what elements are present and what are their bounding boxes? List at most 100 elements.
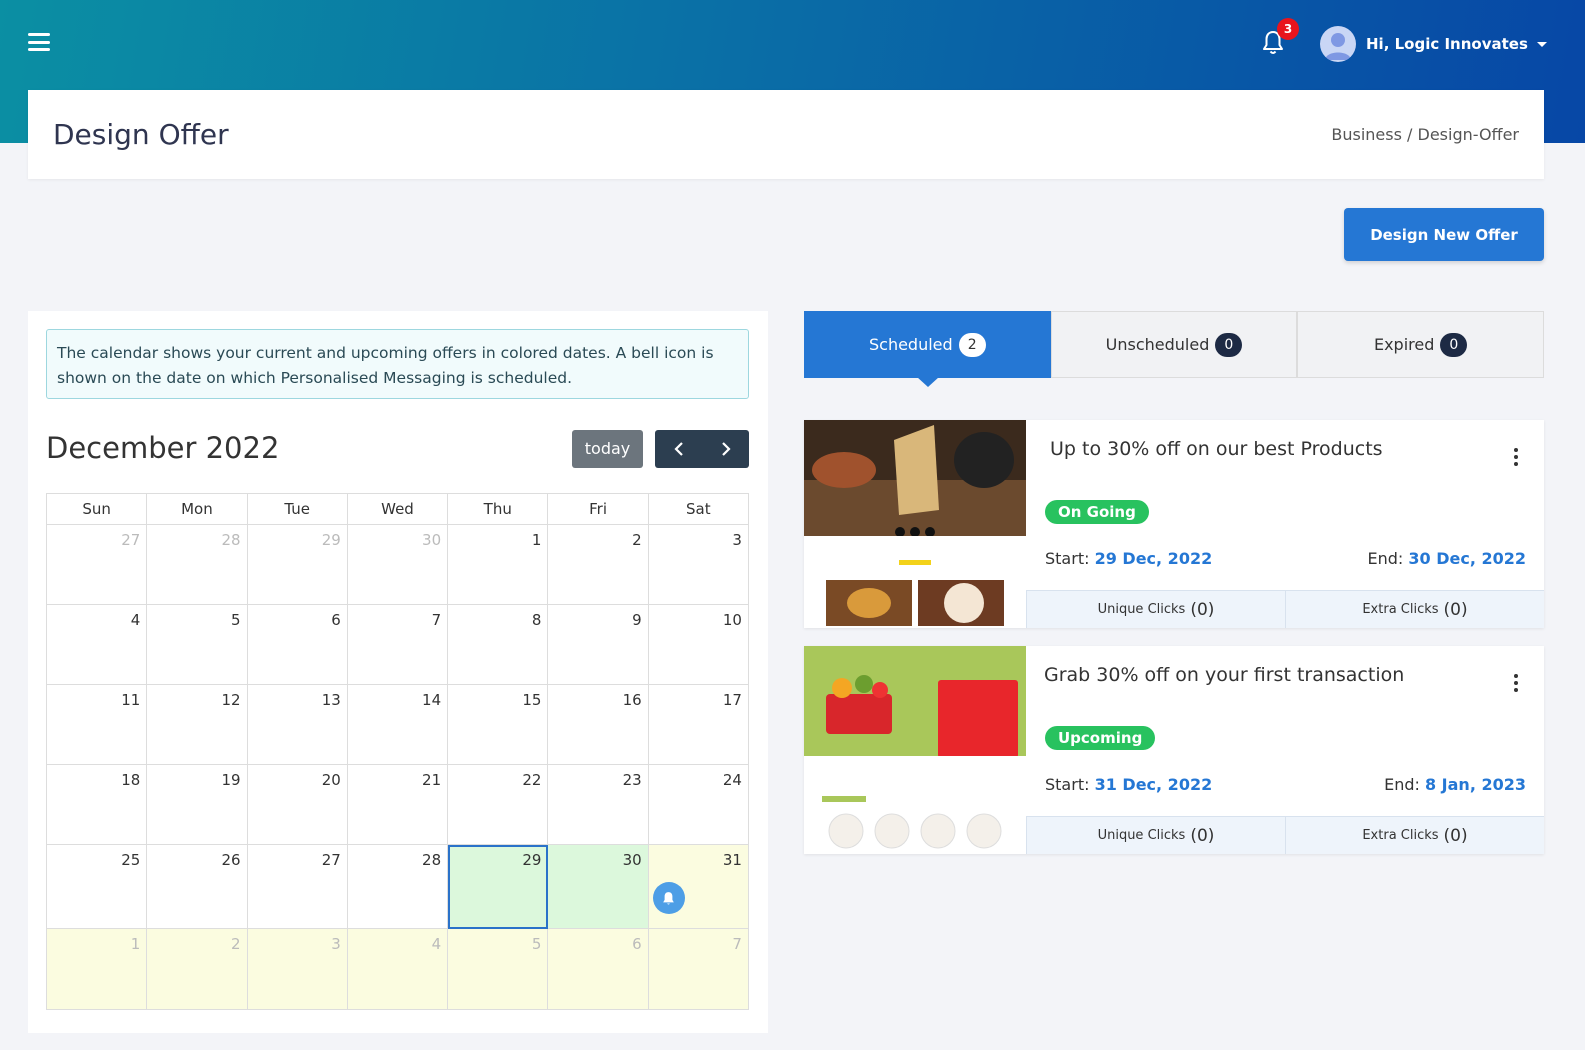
unique-clicks: Unique Clicks (0) (1026, 591, 1285, 628)
calendar-day[interactable]: 4 (47, 605, 148, 685)
calendar-day[interactable]: 24 (648, 765, 749, 845)
tab-expired[interactable]: Expired 0 (1297, 311, 1545, 378)
day-number: 14 (422, 691, 442, 709)
calendar-day[interactable]: 1 (448, 525, 549, 605)
calendar-day-offer[interactable]: 30 (548, 845, 649, 929)
calendar-week-row: 11 12 13 14 15 16 17 (47, 685, 749, 765)
calendar-day[interactable]: 3 (247, 929, 348, 1010)
calendar-day[interactable]: 18 (47, 765, 148, 845)
tab-count-badge: 2 (958, 332, 986, 357)
offer-tabs: Scheduled 2 Unscheduled 0 Expired 0 (804, 311, 1545, 387)
day-number: 7 (431, 611, 442, 629)
calendar-day[interactable]: 7 (347, 605, 449, 685)
calendar-day[interactable]: 2 (147, 929, 248, 1010)
calendar-week-row: 18 19 20 21 22 23 24 (47, 765, 749, 845)
scheduled-message-bell-icon[interactable] (652, 882, 685, 914)
notification-count-badge: 3 (1277, 18, 1299, 40)
calendar-day[interactable]: 29 (247, 525, 348, 605)
start-date: 31 Dec, 2022 (1094, 775, 1213, 794)
calendar-day[interactable]: 26 (147, 845, 248, 929)
calendar-day[interactable]: 7 (648, 929, 749, 1010)
offer-dates: Start: 31 Dec, 2022 End: 8 Jan, 2023 (1045, 775, 1526, 794)
calendar-day[interactable]: 20 (247, 765, 348, 845)
calendar-day[interactable]: 21 (347, 765, 449, 845)
day-number: 3 (732, 531, 742, 549)
calendar-day[interactable]: 8 (448, 605, 549, 685)
calendar-day[interactable]: 30 (347, 525, 449, 605)
day-number: 29 (522, 851, 542, 869)
weekday-sun: Sun (47, 494, 148, 525)
calendar-month-title: December 2022 (46, 431, 280, 465)
calendar-day[interactable]: 16 (548, 685, 649, 765)
calendar-day[interactable]: 5 (147, 605, 248, 685)
day-number: 1 (531, 531, 542, 549)
user-avatar-icon (1325, 33, 1351, 60)
tab-scheduled[interactable]: Scheduled 2 (804, 311, 1051, 387)
calendar-day[interactable]: 19 (147, 765, 248, 845)
calendar-day-today[interactable]: 29 (448, 845, 549, 929)
offer-start: Start: 29 Dec, 2022 (1045, 549, 1212, 568)
weekday-mon: Mon (147, 494, 248, 525)
calendar-day[interactable]: 11 (47, 685, 148, 765)
calendar-day[interactable]: 23 (548, 765, 649, 845)
more-options-icon[interactable] (1514, 674, 1518, 695)
calendar-day[interactable]: 28 (147, 525, 248, 605)
unique-clicks: Unique Clicks (0) (1026, 817, 1285, 854)
prev-month-button[interactable] (655, 430, 702, 468)
calendar-day[interactable]: 2 (548, 525, 649, 605)
unique-clicks-label: Unique Clicks (1097, 828, 1186, 843)
calendar-day[interactable]: 28 (347, 845, 449, 929)
next-month-button[interactable] (702, 430, 749, 468)
design-new-offer-button[interactable]: Design New Offer (1344, 208, 1544, 261)
calendar-day[interactable]: 6 (548, 929, 649, 1010)
calendar-day[interactable]: 4 (347, 929, 449, 1010)
more-options-icon[interactable] (1514, 448, 1518, 469)
calendar-week-row: 27 28 29 30 1 2 3 (47, 525, 749, 605)
day-number: 4 (431, 935, 442, 953)
tab-unscheduled[interactable]: Unscheduled 0 (1050, 311, 1298, 378)
today-button[interactable]: today (572, 430, 643, 468)
weekday-fri: Fri (548, 494, 649, 525)
end-date: 8 Jan, 2023 (1424, 775, 1526, 794)
calendar-day[interactable]: 1 (47, 929, 148, 1010)
calendar-card: The calendar shows your current and upco… (28, 311, 768, 1033)
calendar-day[interactable]: 22 (448, 765, 549, 845)
extra-clicks: Extra Clicks (0) (1285, 591, 1544, 628)
calendar-day[interactable]: 14 (347, 685, 449, 765)
day-number: 30 (622, 851, 642, 869)
calendar-day[interactable]: 25 (47, 845, 148, 929)
calendar-day[interactable]: 15 (448, 685, 549, 765)
calendar-day[interactable]: 9 (548, 605, 649, 685)
day-number: 4 (130, 611, 141, 629)
day-number: 18 (121, 771, 141, 789)
calendar-day[interactable]: 5 (448, 929, 549, 1010)
offer-start: Start: 31 Dec, 2022 (1045, 775, 1212, 794)
offer-end: End: 8 Jan, 2023 (1384, 775, 1526, 794)
offer-title: Grab 30% off on your first transaction (1044, 664, 1405, 686)
day-number: 19 (221, 771, 241, 789)
day-number: 31 (722, 851, 742, 869)
day-number: 30 (422, 531, 442, 549)
day-number: 24 (722, 771, 742, 789)
chevron-down-icon (1536, 41, 1547, 47)
offer-thumbnail-image (804, 646, 1026, 854)
calendar-grid: Sun Mon Tue Wed Thu Fri Sat 27 28 29 30 … (46, 493, 749, 1010)
calendar-day-offer[interactable]: 31 (648, 845, 749, 929)
calendar-day[interactable]: 10 (648, 605, 749, 685)
calendar-day[interactable]: 3 (648, 525, 749, 605)
calendar-day[interactable]: 27 (47, 525, 148, 605)
user-menu[interactable]: Hi, Logic Innovates (1320, 26, 1547, 62)
day-number: 20 (321, 771, 341, 789)
offer-thumbnail-image (804, 420, 1026, 628)
day-number: 5 (531, 935, 542, 953)
offer-card[interactable]: Up to 30% off on our best Products On Go… (804, 420, 1544, 628)
menu-toggle-icon[interactable] (28, 33, 50, 51)
offer-card[interactable]: Grab 30% off on your first transaction U… (804, 646, 1544, 854)
calendar-day[interactable]: 12 (147, 685, 248, 765)
extra-clicks-label: Extra Clicks (1362, 602, 1439, 617)
calendar-day[interactable]: 27 (247, 845, 348, 929)
offer-title: Up to 30% off on our best Products (1050, 438, 1383, 460)
calendar-day[interactable]: 17 (648, 685, 749, 765)
calendar-day[interactable]: 6 (247, 605, 348, 685)
calendar-day[interactable]: 13 (247, 685, 348, 765)
